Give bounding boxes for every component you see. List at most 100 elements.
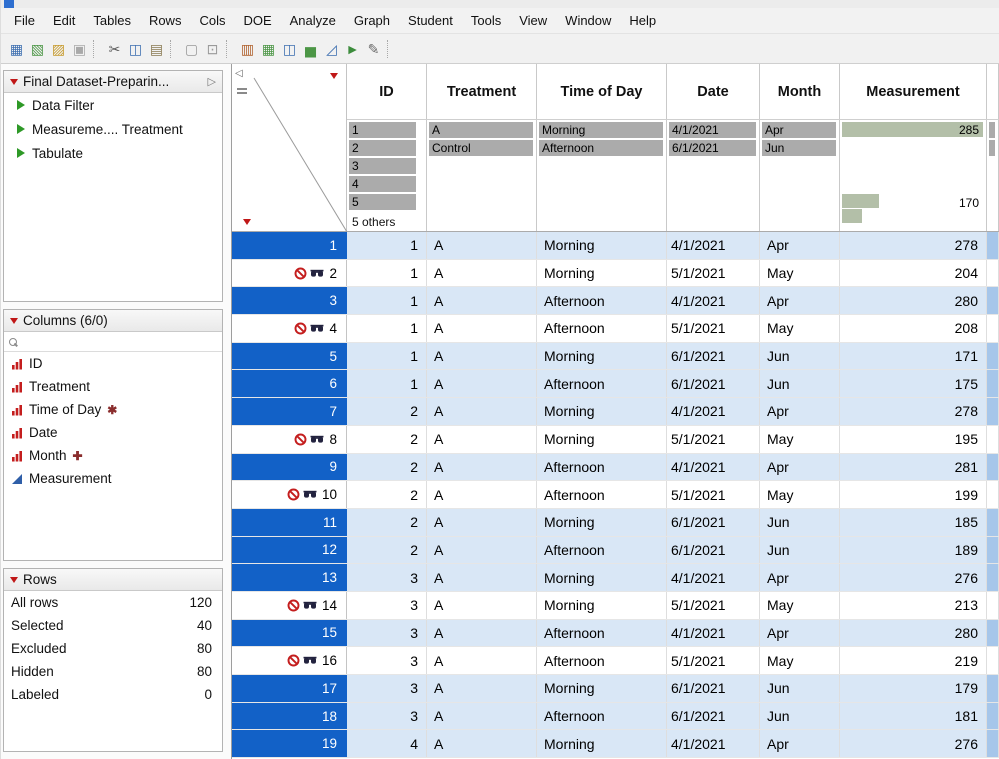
cell-id[interactable]: 2: [347, 537, 427, 564]
cell-time-of-day[interactable]: Afternoon: [537, 481, 667, 508]
summary-icon[interactable]: ▥: [237, 38, 258, 60]
cell-time-of-day[interactable]: Morning: [537, 398, 667, 425]
column-header-month[interactable]: Month: [760, 64, 840, 119]
menu-analyze[interactable]: Analyze: [281, 9, 345, 32]
cell-id[interactable]: 2: [347, 481, 427, 508]
graph-builder-icon[interactable]: ▅: [300, 38, 321, 60]
cell-date[interactable]: 6/1/2021: [667, 343, 760, 370]
save-icon[interactable]: ▣: [69, 38, 90, 60]
disclosure-triangle-icon[interactable]: [17, 100, 25, 110]
menu-rows[interactable]: Rows: [140, 9, 191, 32]
cell-treatment[interactable]: A: [427, 620, 537, 647]
row-number-cell[interactable]: 18: [232, 703, 347, 730]
cell-month[interactable]: Apr: [760, 454, 840, 481]
lock-icon[interactable]: ⊡: [202, 38, 223, 60]
cell-measurement[interactable]: 175: [840, 370, 987, 397]
cell-time-of-day[interactable]: Afternoon: [537, 620, 667, 647]
cell-month[interactable]: Apr: [760, 564, 840, 591]
column-header-time-of-day[interactable]: Time of Day: [537, 64, 667, 119]
column-list-item-measurement[interactable]: Measurement: [4, 467, 222, 490]
row-number-cell[interactable]: 17: [232, 675, 347, 702]
cell-treatment[interactable]: A: [427, 730, 537, 757]
annotate-icon[interactable]: ✎: [363, 38, 384, 60]
menu-tables[interactable]: Tables: [84, 9, 140, 32]
cell-time-of-day[interactable]: Morning: [537, 675, 667, 702]
menu-student[interactable]: Student: [399, 9, 462, 32]
menu-file[interactable]: File: [5, 9, 44, 32]
filter-value-bar[interactable]: 4: [349, 176, 416, 192]
cell-next-column[interactable]: [987, 537, 999, 564]
cell-month[interactable]: Jun: [760, 343, 840, 370]
cell-id[interactable]: 1: [347, 370, 427, 397]
cell-time-of-day[interactable]: Afternoon: [537, 287, 667, 314]
filter-value-bar[interactable]: 4/1/2021: [669, 122, 756, 138]
cell-measurement[interactable]: 199: [840, 481, 987, 508]
cell-measurement[interactable]: 278: [840, 398, 987, 425]
filter-value-bar[interactable]: [989, 140, 995, 156]
cell-id[interactable]: 1: [347, 260, 427, 287]
cell-next-column[interactable]: [987, 647, 999, 674]
row-number-cell[interactable]: 16: [232, 647, 347, 674]
run-script-icon[interactable]: ►: [342, 38, 363, 60]
cell-next-column[interactable]: [987, 398, 999, 425]
cell-month[interactable]: Jun: [760, 370, 840, 397]
cell-month[interactable]: Apr: [760, 232, 840, 259]
columns-search-input[interactable]: [21, 335, 201, 349]
row-number-cell[interactable]: 4: [232, 315, 347, 342]
cell-measurement[interactable]: 280: [840, 620, 987, 647]
cell-time-of-day[interactable]: Afternoon: [537, 537, 667, 564]
cell-month[interactable]: May: [760, 592, 840, 619]
cell-measurement[interactable]: 278: [840, 232, 987, 259]
cell-next-column[interactable]: [987, 564, 999, 591]
red-triangle-icon[interactable]: [10, 79, 18, 85]
cell-next-column[interactable]: [987, 592, 999, 619]
cell-measurement[interactable]: 219: [840, 647, 987, 674]
menu-tools[interactable]: Tools: [462, 9, 510, 32]
row-number-cell[interactable]: 2: [232, 260, 347, 287]
cell-month[interactable]: May: [760, 647, 840, 674]
cell-date[interactable]: 4/1/2021: [667, 454, 760, 481]
cell-treatment[interactable]: A: [427, 675, 537, 702]
menu-doe[interactable]: DOE: [234, 9, 280, 32]
column-header-measurement[interactable]: Measurement: [840, 64, 987, 119]
cell-measurement[interactable]: 195: [840, 426, 987, 453]
copy-icon[interactable]: ◫: [125, 38, 146, 60]
cell-date[interactable]: 4/1/2021: [667, 287, 760, 314]
filter-value-bar[interactable]: Jun: [762, 140, 836, 156]
cell-id[interactable]: 3: [347, 675, 427, 702]
filter-value-bar[interactable]: Morning: [539, 122, 663, 138]
menu-cols[interactable]: Cols: [190, 9, 234, 32]
cell-month[interactable]: May: [760, 315, 840, 342]
cell-date[interactable]: 6/1/2021: [667, 509, 760, 536]
cell-month[interactable]: Apr: [760, 287, 840, 314]
cell-next-column[interactable]: [987, 232, 999, 259]
filter-value-bar[interactable]: 2: [349, 140, 416, 156]
cell-treatment[interactable]: A: [427, 370, 537, 397]
cell-time-of-day[interactable]: Morning: [537, 426, 667, 453]
filter-value-bar[interactable]: Apr: [762, 122, 836, 138]
table-menu-button[interactable]: [326, 69, 341, 82]
cell-date[interactable]: 4/1/2021: [667, 730, 760, 757]
row-number-cell[interactable]: 14: [232, 592, 347, 619]
cell-measurement[interactable]: 181: [840, 703, 987, 730]
filter-value-bar[interactable]: Control: [429, 140, 533, 156]
cell-time-of-day[interactable]: Afternoon: [537, 703, 667, 730]
paste-icon[interactable]: ▤: [146, 38, 167, 60]
menu-help[interactable]: Help: [620, 9, 665, 32]
cell-id[interactable]: 3: [347, 703, 427, 730]
red-triangle-icon[interactable]: [10, 318, 18, 324]
cell-month[interactable]: Jun: [760, 509, 840, 536]
cell-treatment[interactable]: A: [427, 454, 537, 481]
cell-treatment[interactable]: A: [427, 343, 537, 370]
cell-date[interactable]: 6/1/2021: [667, 675, 760, 702]
cell-date[interactable]: 4/1/2021: [667, 232, 760, 259]
cell-date[interactable]: 6/1/2021: [667, 703, 760, 730]
row-number-cell[interactable]: 10: [232, 481, 347, 508]
column-list-item-date[interactable]: Date: [4, 421, 222, 444]
cell-id[interactable]: 4: [347, 730, 427, 757]
cell-time-of-day[interactable]: Afternoon: [537, 370, 667, 397]
cell-measurement[interactable]: 171: [840, 343, 987, 370]
cell-next-column[interactable]: [987, 730, 999, 757]
cell-treatment[interactable]: A: [427, 647, 537, 674]
cell-id[interactable]: 3: [347, 647, 427, 674]
